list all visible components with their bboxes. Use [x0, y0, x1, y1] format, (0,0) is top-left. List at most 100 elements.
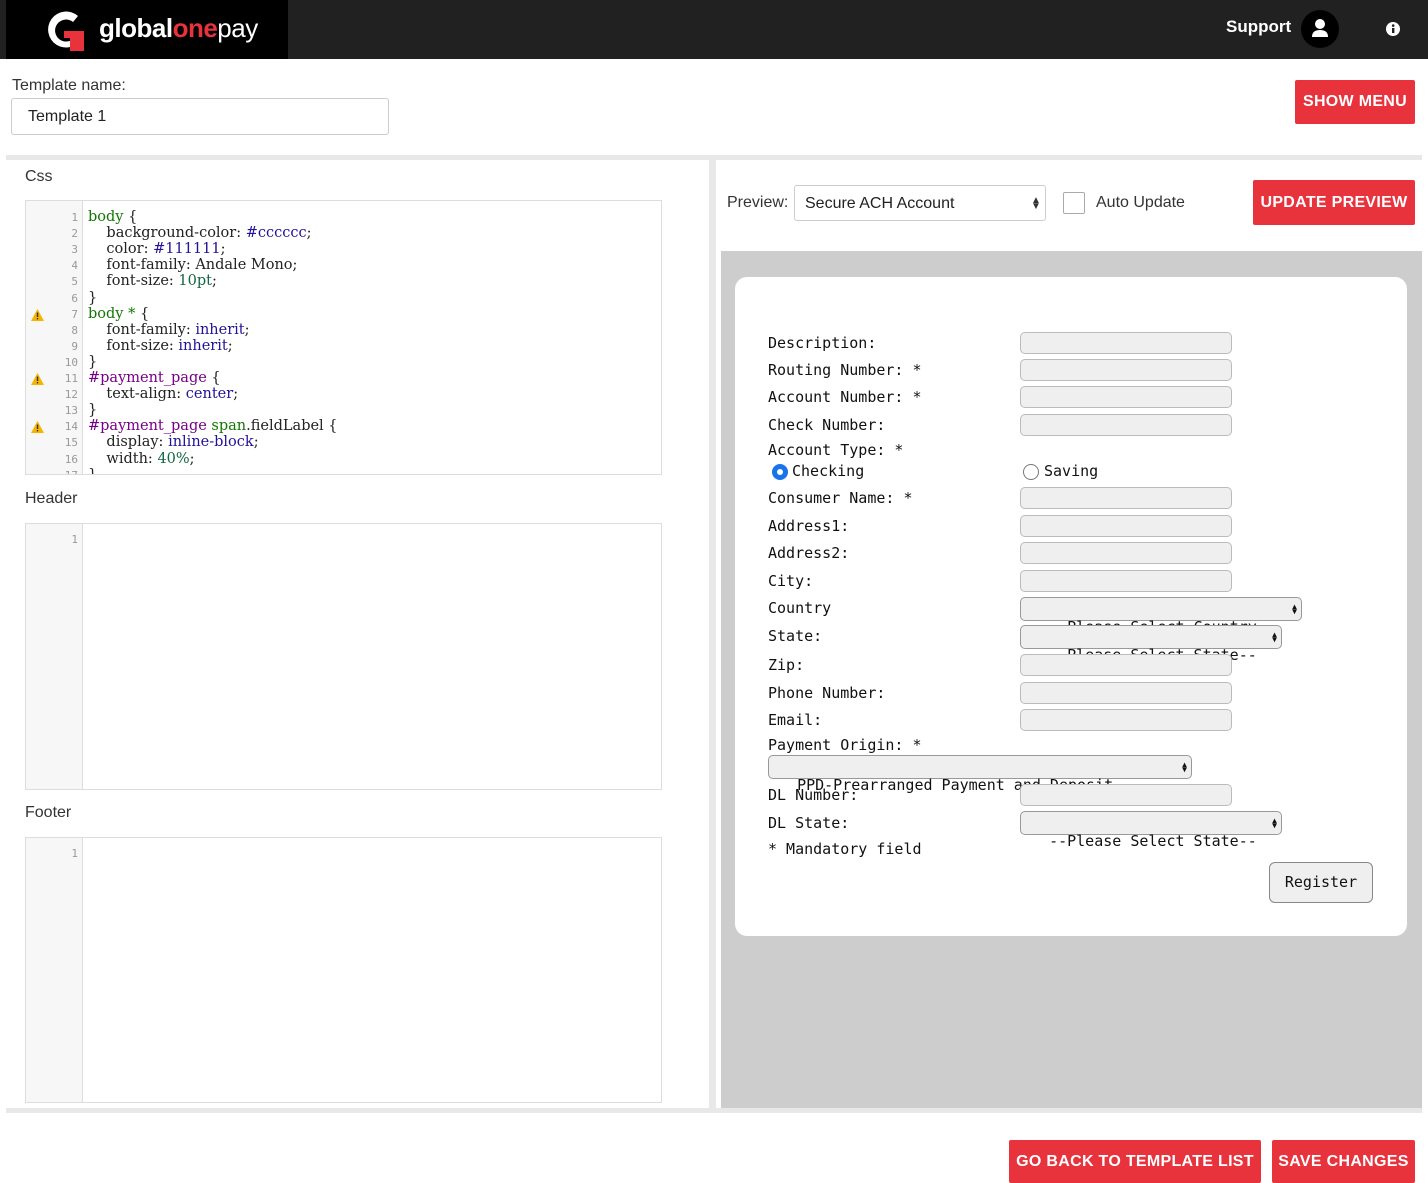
footer-code-editor[interactable]: 1	[25, 837, 662, 1103]
account-number-label: Account Number: *	[768, 388, 922, 406]
auto-update-checkbox[interactable]	[1063, 192, 1085, 214]
checking-label: Checking	[792, 462, 865, 480]
address1-input[interactable]	[1020, 515, 1232, 537]
template-name-input[interactable]	[11, 98, 389, 135]
code-line: color: #111111;	[88, 241, 226, 258]
save-changes-button[interactable]: SAVE CHANGES	[1272, 1140, 1415, 1183]
line-number: 6	[71, 291, 78, 305]
update-preview-button[interactable]: UPDATE PREVIEW	[1253, 180, 1415, 225]
code-line: #payment_page span.fieldLabel {	[88, 418, 338, 435]
code-line: font-family: inherit;	[88, 321, 250, 338]
state-select[interactable]: --Please Select State--▲▼	[1020, 625, 1282, 664]
select-arrows-icon: ▲ ▼	[1182, 760, 1187, 774]
consumer-name-input[interactable]	[1020, 487, 1232, 509]
pane-splitter[interactable]	[709, 160, 716, 1110]
select-arrows-icon: ▲ ▼	[1272, 630, 1277, 644]
code-line: #payment_page {	[88, 370, 221, 386]
zip-input[interactable]	[1020, 654, 1232, 676]
dl-state-select[interactable]: --Please Select State-- ▲ ▼	[1020, 811, 1282, 850]
country-select[interactable]: --Please Select Country--▲▼	[1020, 597, 1302, 636]
support-link[interactable]: Support	[1226, 17, 1291, 37]
code-line: }	[88, 402, 98, 419]
preview-select[interactable]: Secure ACH Account ▲ ▼	[794, 185, 1046, 221]
saving-radio[interactable]	[1023, 464, 1039, 480]
description-input[interactable]	[1020, 332, 1232, 354]
lint-warning-icon[interactable]	[31, 308, 44, 321]
line-number: 13	[64, 404, 78, 418]
account-type-label: Account Type: *	[768, 441, 904, 459]
header-code-editor[interactable]: 1	[25, 523, 662, 790]
dl-number-label: DL Number:	[768, 786, 859, 804]
top-navbar: globalonepay Support	[0, 0, 1428, 59]
line-number: 2	[71, 227, 78, 241]
code-line: }	[88, 289, 98, 306]
lint-warning-icon[interactable]	[31, 421, 44, 434]
code-line: body * {	[88, 305, 150, 322]
lint-warning-icon[interactable]	[31, 373, 44, 385]
line-number: 1	[71, 533, 78, 546]
account-number-input[interactable]	[1020, 386, 1232, 408]
line-number: 3	[71, 243, 78, 257]
consumer-name-label: Consumer Name: *	[768, 489, 913, 507]
check-number-label: Check Number:	[768, 416, 886, 434]
register-button[interactable]: Register	[1269, 862, 1373, 903]
saving-label: Saving	[1044, 462, 1099, 480]
phone-number-label: Phone Number:	[768, 684, 886, 702]
description-label: Description:	[768, 334, 877, 352]
phone-number-input[interactable]	[1020, 682, 1232, 704]
line-number: 12	[64, 388, 78, 402]
auto-update-label: Auto Update	[1096, 194, 1185, 211]
code-line: }	[88, 466, 98, 475]
preview-label: Preview:	[727, 194, 789, 211]
dl-number-input[interactable]	[1020, 784, 1232, 806]
line-number: 1	[71, 847, 78, 860]
dl-state-label: DL State:	[768, 814, 850, 832]
code-line: text-align: center;	[88, 386, 239, 403]
select-arrows-icon: ▲ ▼	[1031, 195, 1041, 212]
line-number: 15	[64, 436, 78, 450]
line-number-gutter	[26, 838, 83, 1102]
address1-label: Address1:	[768, 517, 850, 535]
line-number-gutter	[26, 524, 83, 789]
city-label: City:	[768, 572, 814, 590]
code-line: font-family: Andale Mono;	[88, 257, 298, 274]
user-menu-button[interactable]	[1301, 10, 1339, 48]
line-number: 5	[71, 275, 78, 289]
routing-number-label: Routing Number: *	[768, 361, 922, 379]
checking-radio[interactable]	[772, 464, 788, 480]
payment-origin-label: Payment Origin: *	[768, 736, 922, 754]
line-number: 1	[71, 211, 78, 224]
address2-input[interactable]	[1020, 542, 1232, 564]
line-number: 4	[71, 259, 78, 273]
user-icon	[1312, 19, 1328, 37]
line-number: 17	[26, 469, 78, 474]
check-number-input[interactable]	[1020, 414, 1232, 436]
email-input[interactable]	[1020, 709, 1232, 731]
email-label: Email:	[768, 711, 823, 729]
back-to-template-list-button[interactable]: GO BACK TO TEMPLATE LIST	[1009, 1140, 1261, 1183]
code-line: display: inline-block;	[88, 434, 259, 451]
state-label: State:	[768, 627, 823, 645]
code-line: font-size: 10pt;	[88, 273, 217, 290]
routing-number-input[interactable]	[1020, 359, 1232, 381]
line-number: 16	[64, 452, 78, 466]
code-line: width: 40%;	[88, 450, 195, 467]
city-input[interactable]	[1020, 570, 1232, 592]
code-line: font-size: inherit;	[88, 337, 233, 354]
info-button[interactable]	[1380, 16, 1406, 42]
brand-logo[interactable]: globalonepay	[6, 0, 288, 59]
zip-label: Zip:	[768, 656, 805, 674]
show-menu-button[interactable]: SHOW MENU	[1295, 80, 1415, 124]
mandatory-note: * Mandatory field	[768, 840, 922, 858]
line-number: 9	[71, 339, 78, 353]
code-line: background-color: #cccccc;	[88, 225, 312, 242]
divider	[6, 1108, 1422, 1113]
select-arrows-icon: ▲ ▼	[1272, 816, 1277, 830]
css-section-label: Css	[25, 168, 53, 185]
brand-name: globalonepay	[99, 13, 258, 43]
code-line: }	[88, 353, 98, 370]
line-number: 10	[64, 355, 78, 369]
globalonepay-g-logo-icon	[48, 11, 84, 51]
payment-origin-select[interactable]: PPD-Prearranged Payment and Deposit ▲ ▼	[768, 755, 1192, 794]
css-code-editor[interactable]: 1 body {2 background-color: #cccccc; 3 col…	[25, 200, 662, 475]
